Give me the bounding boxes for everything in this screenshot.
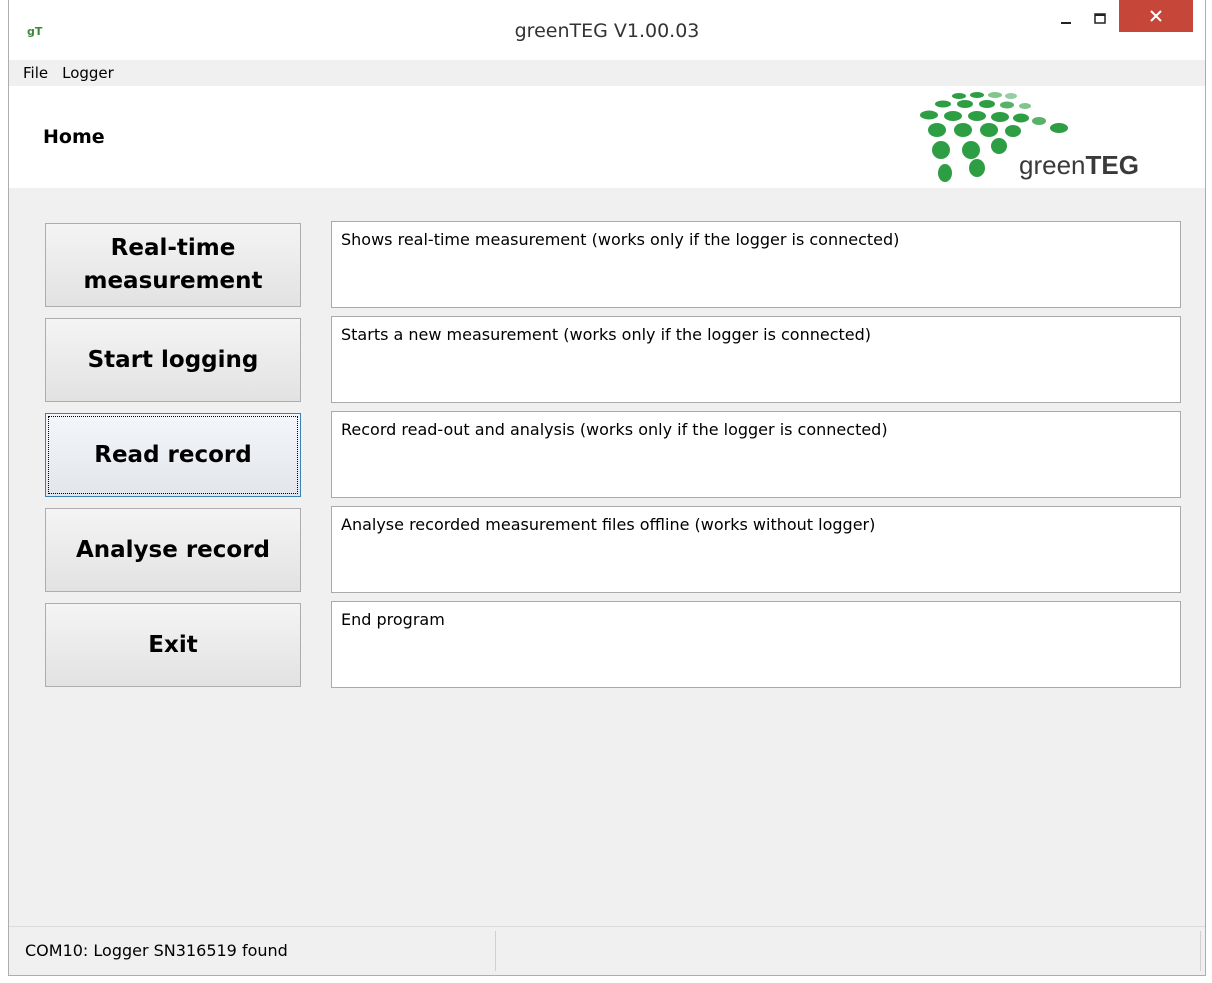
analyse-record-button[interactable]: Analyse record bbox=[45, 508, 301, 592]
status-bar: COM10: Logger SN316519 found bbox=[9, 926, 1205, 975]
logo-wordmark: greenTEG bbox=[1019, 150, 1139, 180]
minimize-button[interactable] bbox=[1049, 0, 1083, 38]
start-logging-description: Starts a new measurement (works only if … bbox=[331, 316, 1181, 403]
close-icon bbox=[1150, 10, 1162, 22]
maximize-icon bbox=[1094, 13, 1106, 24]
menu-bar: File Logger bbox=[9, 60, 1205, 86]
menu-logger[interactable]: Logger bbox=[56, 64, 122, 82]
read-record-button[interactable]: Read record bbox=[45, 413, 301, 497]
exit-description: End program bbox=[331, 601, 1181, 688]
greenteg-logo: greenTEG bbox=[899, 88, 1159, 186]
page-header: Home greenTEG bbox=[9, 86, 1205, 188]
status-divider bbox=[495, 931, 496, 971]
exit-button[interactable]: Exit bbox=[45, 603, 301, 687]
real-time-description: Shows real-time measurement (works only … bbox=[331, 221, 1181, 308]
minimize-icon bbox=[1061, 22, 1071, 24]
real-time-measurement-button[interactable]: Real-time measurement bbox=[45, 223, 301, 307]
analyse-record-description: Analyse recorded measurement files offli… bbox=[331, 506, 1181, 593]
start-logging-button[interactable]: Start logging bbox=[45, 318, 301, 402]
maximize-button[interactable] bbox=[1083, 0, 1117, 38]
status-divider-right bbox=[1200, 931, 1201, 971]
read-record-description: Record read-out and analysis (works only… bbox=[331, 411, 1181, 498]
menu-file[interactable]: File bbox=[9, 64, 56, 82]
window-title: greenTEG V1.00.03 bbox=[514, 20, 700, 42]
close-button[interactable] bbox=[1119, 0, 1193, 32]
page-title: Home bbox=[43, 126, 105, 148]
title-bar[interactable]: gT greenTEG V1.00.03 bbox=[9, 0, 1205, 60]
status-text: COM10: Logger SN316519 found bbox=[25, 941, 288, 960]
app-window: gT greenTEG V1.00.03 File Logger Home gr… bbox=[8, 0, 1206, 976]
